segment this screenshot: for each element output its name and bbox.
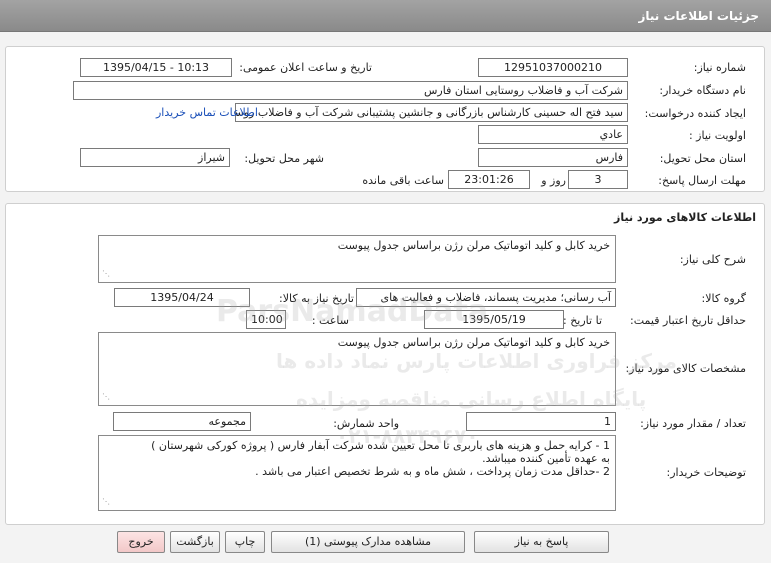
need-number-field: 12951037000210 [478, 58, 628, 77]
buyer-org-label: نام دستگاه خریدار: [659, 84, 746, 97]
buyer-org-field: شرکت آب و فاضلاب روستایی استان فارس [73, 81, 628, 100]
need-date-label: تاریخ نیاز به کالا: [279, 292, 354, 305]
deadline-days-field: 3 [568, 170, 628, 189]
need-number-label: شماره نیاز: [693, 61, 746, 74]
goods-section-title: اطلاعات کالاهای مورد نیاز [614, 211, 756, 224]
spec-label: مشخصات کالای مورد نیاز: [625, 362, 746, 375]
city-field: شیراز [80, 148, 230, 167]
priority-label: اولویت نیاز : [688, 129, 746, 142]
province-field: فارس [478, 148, 628, 167]
need-info-panel: شماره نیاز: 12951037000210 تاریخ و ساعت … [5, 46, 765, 192]
exit-button[interactable]: خروج [117, 531, 165, 553]
spec-textarea: خرید کابل و کلید اتوماتیک مرلن رژن براسا… [98, 332, 616, 406]
min-price-date-label: حداقل تاریخ اعتبار قیمت: [630, 314, 746, 327]
print-button[interactable]: چاپ [225, 531, 265, 553]
view-attachments-button[interactable]: مشاهده مدارک پیوستی (1) [271, 531, 465, 553]
summary-textarea: خرید کابل و کلید اتوماتیک مرلن رژن براسا… [98, 235, 616, 283]
back-button[interactable]: بازگشت [170, 531, 220, 553]
creator-field: سید فتح اله حسینی کارشناس بازرگانی و جان… [235, 103, 628, 122]
need-date-field: 1395/04/24 [114, 288, 250, 307]
deadline-time-field: 23:01:26 [448, 170, 530, 189]
quantity-field: 1 [466, 412, 616, 431]
quantity-label: تعداد / مقدار مورد نیاز: [640, 417, 746, 430]
deadline-label: مهلت ارسال پاسخ: [658, 174, 746, 187]
announce-date-field: 1395/04/15 - 10:13 [80, 58, 232, 77]
province-label: استان محل تحویل: [659, 152, 746, 165]
time-field: 10:00 [246, 310, 286, 329]
unit-label: واحد شمارش: [333, 417, 399, 430]
goods-group-label: گروه کالا: [701, 292, 746, 305]
days-label: روز و [541, 174, 566, 187]
goods-group-field: آب رسانی؛ مدیریت پسماند، فاضلاب و فعالیت… [356, 288, 616, 307]
to-date-field: 1395/05/19 [424, 310, 564, 329]
to-date-label: تا تاریخ : [563, 314, 602, 327]
buyer-notes-label: توضیحات خریدار: [666, 466, 747, 479]
reply-button[interactable]: پاسخ به نیاز [474, 531, 609, 553]
page-title-bar: جزئیات اطلاعات نیاز [0, 0, 771, 32]
creator-label: ایجاد کننده درخواست: [644, 107, 746, 120]
page-title: جزئیات اطلاعات نیاز [638, 9, 759, 23]
summary-label: شرح کلی نیاز: [679, 253, 746, 266]
announce-date-label: تاریخ و ساعت اعلان عمومی: [239, 61, 372, 74]
buyer-contact-link[interactable]: اطلاعات تماس خریدار [156, 106, 258, 119]
city-label: شهر محل تحویل: [244, 152, 324, 165]
unit-field: مجموعه [113, 412, 251, 431]
priority-field: عادي [478, 125, 628, 144]
goods-info-panel: اطلاعات کالاهای مورد نیاز شرح کلی نیاز: … [5, 203, 765, 525]
time-label: ساعت : [311, 314, 349, 327]
remaining-label: ساعت باقی مانده [362, 174, 444, 187]
buyer-notes-textarea: 1 - کرایه حمل و هزینه های باربری تا محل … [98, 435, 616, 511]
